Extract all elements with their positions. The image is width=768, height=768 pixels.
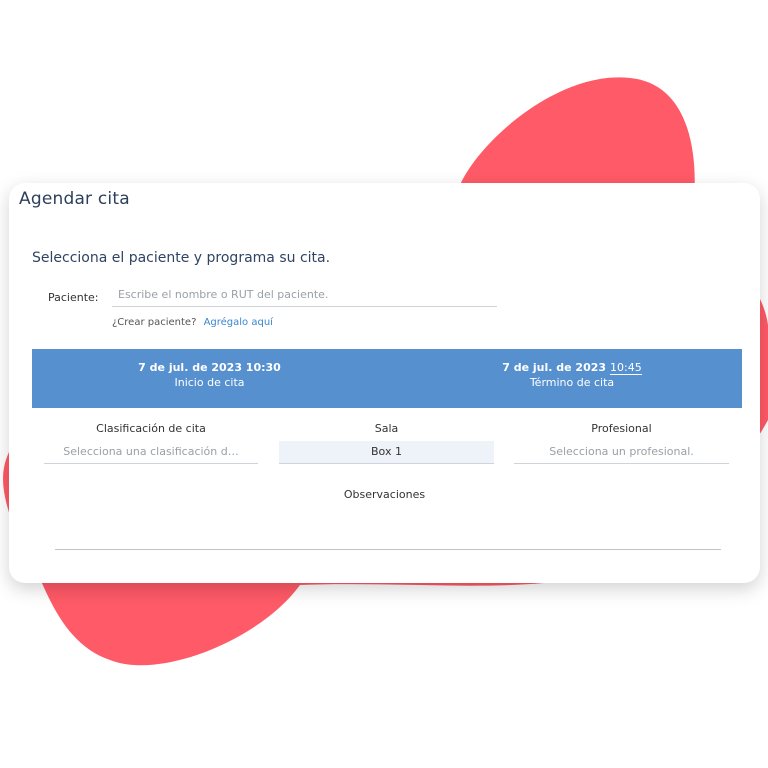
paciente-search-input[interactable] bbox=[112, 283, 497, 307]
observaciones-textarea[interactable] bbox=[55, 505, 721, 550]
clasificacion-label: Clasificación de cita bbox=[96, 422, 206, 435]
agendar-cita-modal: Agendar cita Selecciona el paciente y pr… bbox=[9, 183, 760, 583]
start-caption: Inicio de cita bbox=[174, 376, 245, 389]
sala-label: Sala bbox=[374, 422, 399, 435]
profesional-select[interactable]: Selecciona un profesional. bbox=[514, 441, 729, 464]
sala-field: Sala Box 1 bbox=[279, 422, 494, 464]
end-time-block: 7 de jul. de 2023 10:45 Término de cita bbox=[472, 361, 672, 389]
profesional-label: Profesional bbox=[591, 422, 652, 435]
create-patient-row: ¿Crear paciente? Agrégalo aquí bbox=[112, 317, 273, 328]
create-patient-prompt: ¿Crear paciente? bbox=[112, 317, 197, 328]
start-datetime: 7 de jul. de 2023 10:30 bbox=[138, 361, 281, 374]
paciente-label: Paciente: bbox=[48, 291, 99, 304]
end-time-input[interactable]: 10:45 bbox=[610, 361, 642, 375]
start-time-block[interactable]: 7 de jul. de 2023 10:30 Inicio de cita bbox=[122, 361, 297, 389]
modal-title: Agendar cita bbox=[19, 189, 130, 209]
observaciones-label: Observaciones bbox=[343, 488, 426, 501]
modal-subtitle: Selecciona el paciente y programa su cit… bbox=[32, 250, 331, 266]
profesional-field: Profesional Selecciona un profesional. bbox=[514, 422, 729, 464]
appointment-time-band: 7 de jul. de 2023 10:30 Inicio de cita 7… bbox=[32, 349, 742, 408]
sala-select[interactable]: Box 1 bbox=[279, 441, 494, 464]
clasificacion-select[interactable]: Selecciona una clasificación d… bbox=[44, 441, 258, 464]
clasificacion-field: Clasificación de cita Selecciona una cla… bbox=[44, 422, 258, 464]
end-date: 7 de jul. de 2023 bbox=[502, 361, 607, 374]
end-caption: Término de cita bbox=[529, 376, 615, 389]
create-patient-link[interactable]: Agrégalo aquí bbox=[204, 317, 273, 328]
